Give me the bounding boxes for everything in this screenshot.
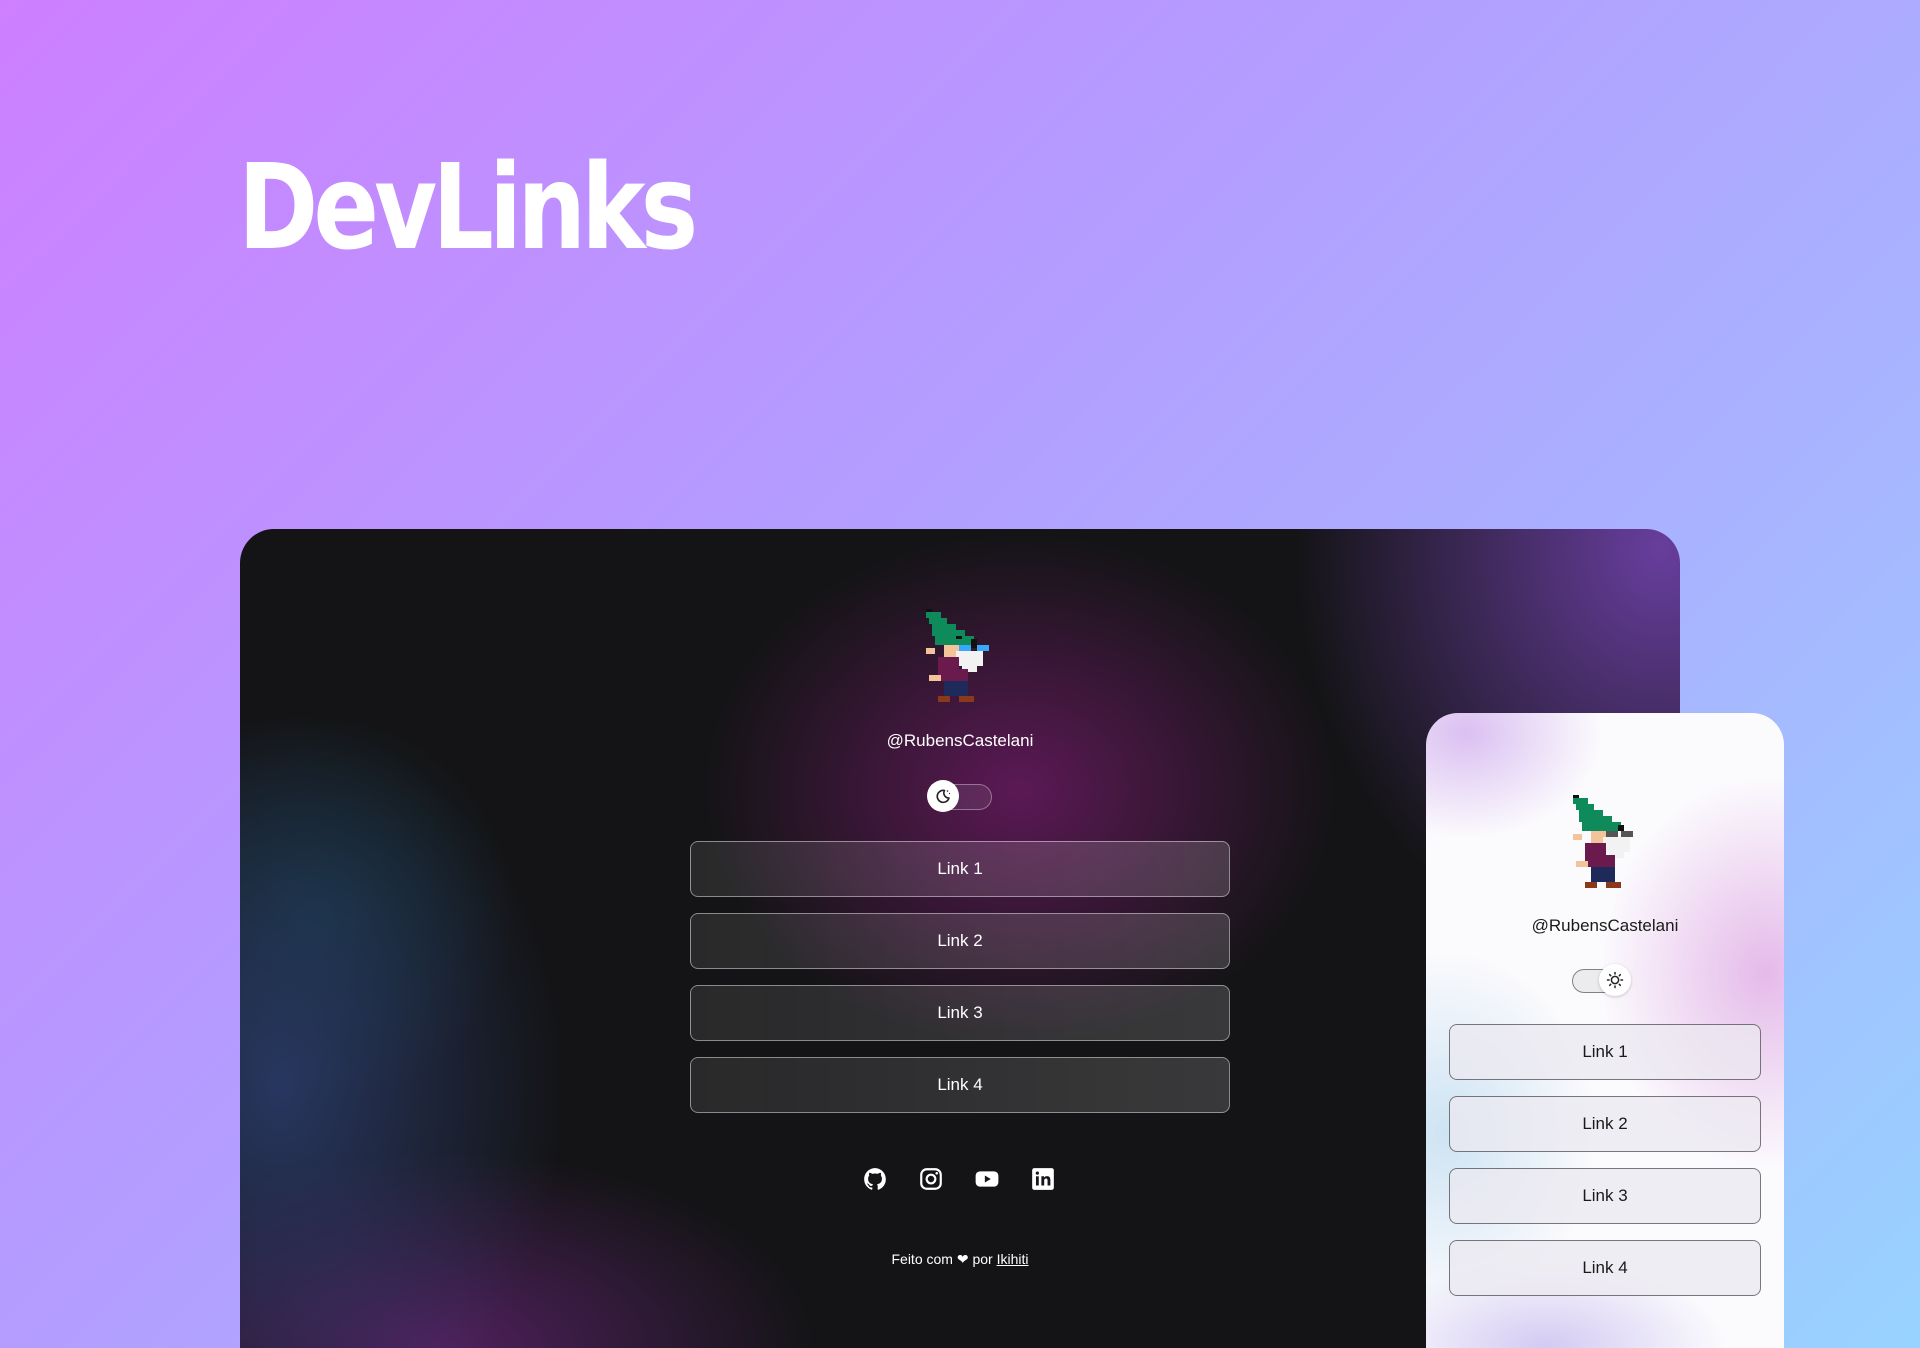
toggle-knob[interactable] bbox=[927, 780, 959, 812]
link-list: Link 1 Link 2 Link 3 Link 4 bbox=[1449, 1024, 1761, 1312]
heart-icon: ❤ bbox=[956, 1251, 969, 1267]
footer-connector: por bbox=[972, 1251, 993, 1267]
author-link[interactable]: Ikihiti bbox=[997, 1251, 1029, 1267]
link-button-2[interactable]: Link 2 bbox=[690, 913, 1230, 969]
hero-title: DevLinks bbox=[238, 138, 698, 276]
link-button-2[interactable]: Link 2 bbox=[1449, 1096, 1761, 1152]
github-icon[interactable] bbox=[862, 1166, 888, 1192]
mobile-preview-light: @RubensCastelani Link 1 Link 2 Link 3 Li… bbox=[1426, 713, 1784, 1348]
sun-icon bbox=[1606, 971, 1624, 989]
moon-icon bbox=[936, 789, 951, 804]
link-list: Link 1 Link 2 Link 3 Link 4 bbox=[690, 841, 1230, 1129]
toggle-knob[interactable] bbox=[1599, 964, 1631, 996]
theme-toggle[interactable] bbox=[1572, 964, 1631, 996]
instagram-icon[interactable] bbox=[918, 1166, 944, 1192]
avatar bbox=[1570, 795, 1642, 903]
link-button-4[interactable]: Link 4 bbox=[1449, 1240, 1761, 1296]
link-button-4[interactable]: Link 4 bbox=[690, 1057, 1230, 1113]
social-links bbox=[862, 1166, 1062, 1192]
link-button-1[interactable]: Link 1 bbox=[1449, 1024, 1761, 1080]
footer-prefix: Feito com bbox=[891, 1251, 953, 1267]
link-button-3[interactable]: Link 3 bbox=[690, 985, 1230, 1041]
linkedin-icon[interactable] bbox=[1030, 1166, 1056, 1192]
link-button-3[interactable]: Link 3 bbox=[1449, 1168, 1761, 1224]
theme-toggle[interactable] bbox=[927, 780, 992, 812]
link-button-1[interactable]: Link 1 bbox=[690, 841, 1230, 897]
profile-handle: @RubensCastelani bbox=[1531, 916, 1679, 935]
youtube-icon[interactable] bbox=[974, 1166, 1000, 1192]
avatar bbox=[920, 609, 1001, 717]
